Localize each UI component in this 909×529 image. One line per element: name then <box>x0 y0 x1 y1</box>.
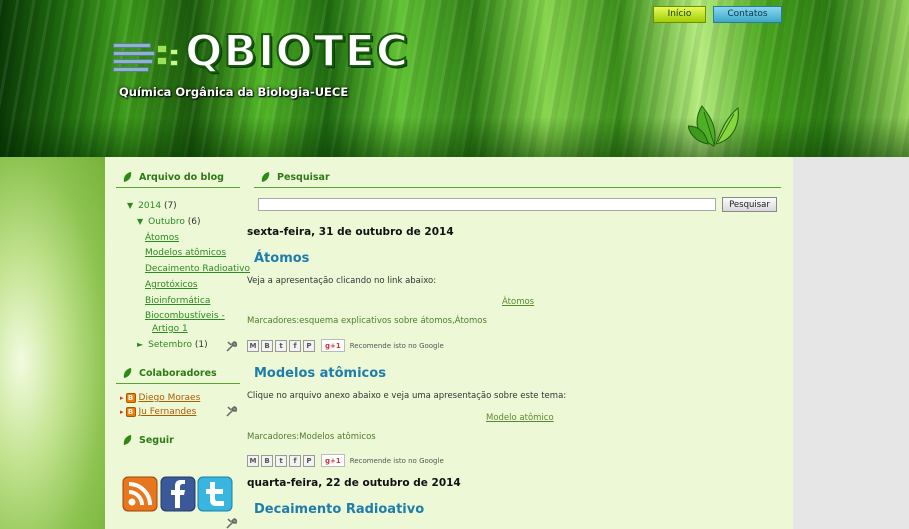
archive-month-collapsed[interactable]: ► Setembro (1) <box>137 340 208 350</box>
leaf-icon <box>123 434 132 445</box>
archive-month-count: (6) <box>187 217 201 227</box>
post-body: Veja a apresentação clicando no link aba… <box>247 276 437 286</box>
collapsed-triangle-icon[interactable]: ► <box>137 340 143 349</box>
contributors-widget-header: Colaboradores <box>116 364 240 384</box>
blogger-icon: B <box>125 407 136 417</box>
rss-icon[interactable] <box>122 476 158 512</box>
blogger-icon: B <box>125 393 136 403</box>
leaf-decoration-icon <box>688 105 739 147</box>
contributor-link[interactable]: Diego Moraes <box>139 393 201 403</box>
nav-inicio-button[interactable]: Início <box>653 6 706 23</box>
archive-year[interactable]: ▼ 2014 (7) <box>127 201 177 211</box>
share-bar: M B t f P g+1 Recomende isto no Google <box>247 339 444 352</box>
post-attachment-link[interactable]: Modelo atômico <box>486 413 554 423</box>
leaf-icon <box>123 172 132 182</box>
post-attachment-link[interactable]: Átomos <box>502 297 534 307</box>
twitter-icon[interactable] <box>197 476 233 512</box>
gplus-recommend-text: Recomende isto no Google <box>349 341 444 350</box>
expand-triangle-icon[interactable]: ▼ <box>137 217 143 226</box>
nav-contatos-button[interactable]: Contatos <box>713 6 782 23</box>
archive-post-link[interactable]: Decaimento Radioativo <box>145 264 250 274</box>
email-share-icon[interactable]: M <box>247 339 259 352</box>
archive-post-link[interactable]: Modelos atômicos <box>145 248 226 258</box>
edit-widget-icon[interactable] <box>225 405 238 418</box>
search-button[interactable]: Pesquisar <box>722 197 777 212</box>
post-labels[interactable]: Marcadores:esquema explicativos sobre át… <box>247 316 487 326</box>
email-share-icon[interactable]: M <box>247 454 259 467</box>
search-input[interactable] <box>258 198 716 211</box>
post-body: Clique no arquivo anexo abaixo e veja um… <box>247 391 567 401</box>
blogthis-share-icon[interactable]: B <box>261 454 273 467</box>
pinterest-share-icon[interactable]: P <box>303 454 315 467</box>
contributor-item[interactable]: ▸ B Ju Fernandes <box>120 407 196 417</box>
contributor-link[interactable]: Ju Fernandes <box>139 407 197 417</box>
follow-widget-header: Seguir <box>116 430 240 450</box>
archive-month-link[interactable]: Setembro <box>148 340 192 350</box>
gplus-recommend-text: Recomende isto no Google <box>349 456 444 465</box>
share-bar: M B t f P g+1 Recomende isto no Google <box>247 454 444 467</box>
facebook-share-icon[interactable]: f <box>289 454 301 467</box>
logo-bars-icon <box>113 41 179 75</box>
search-widget-header: Pesquisar <box>254 168 781 188</box>
archive-post-link[interactable]: Átomos <box>145 233 179 243</box>
gplus-button[interactable]: g+1 <box>321 339 345 352</box>
archive-widget-header: Arquivo do blog <box>116 168 240 188</box>
pinterest-share-icon[interactable]: P <box>303 339 315 352</box>
background-glow <box>0 157 105 529</box>
post-title[interactable]: Átomos <box>254 251 309 266</box>
expand-triangle-icon[interactable]: ▼ <box>127 201 133 210</box>
bullet-arrow-icon: ▸ <box>120 394 124 402</box>
site-tagline: Química Orgânica da Biologia-UECE <box>119 85 349 99</box>
site-logo[interactable]: QBIOTEC <box>184 29 409 75</box>
contributor-item[interactable]: ▸ B Diego Moraes <box>120 393 200 403</box>
leaf-icon <box>261 172 270 182</box>
twitter-share-icon[interactable]: t <box>275 339 287 352</box>
search-title: Pesquisar <box>277 172 330 183</box>
archive-title: Arquivo do blog <box>139 172 224 183</box>
post-labels[interactable]: Marcadores:Modelos atômicos <box>247 432 376 442</box>
post-date: sexta-feira, 31 de outubro de 2014 <box>247 226 454 238</box>
follow-title: Seguir <box>139 434 174 446</box>
blog-header <box>0 0 909 157</box>
archive-post-link[interactable]: Bioinformática <box>145 296 210 306</box>
post-title[interactable]: Modelos atômicos <box>254 366 386 381</box>
archive-year-count: (7) <box>163 201 177 211</box>
edit-widget-icon[interactable] <box>225 340 238 353</box>
archive-year-link[interactable]: 2014 <box>138 201 161 211</box>
facebook-share-icon[interactable]: f <box>289 339 301 352</box>
facebook-icon[interactable] <box>160 476 196 512</box>
gplus-button[interactable]: g+1 <box>321 454 345 467</box>
archive-month[interactable]: ▼ Outubro (6) <box>137 217 201 227</box>
leaf-icon <box>123 368 132 378</box>
blogthis-share-icon[interactable]: B <box>261 339 273 352</box>
post-date: quarta-feira, 22 de outubro de 2014 <box>247 477 461 489</box>
edit-widget-icon[interactable] <box>225 517 238 529</box>
archive-post-link[interactable]: Agrotóxicos <box>145 280 198 290</box>
main-content-area <box>105 157 793 529</box>
archive-month-count: (1) <box>194 340 208 350</box>
contributors-title: Colaboradores <box>139 368 217 379</box>
twitter-share-icon[interactable]: t <box>275 454 287 467</box>
archive-month-link[interactable]: Outubro <box>148 217 185 227</box>
archive-post-link[interactable]: Biocombustíveis - <box>145 311 225 321</box>
archive-post-link-continued[interactable]: Artigo 1 <box>152 324 188 334</box>
post-title[interactable]: Decaimento Radioativo <box>254 502 424 517</box>
bullet-arrow-icon: ▸ <box>120 408 124 416</box>
